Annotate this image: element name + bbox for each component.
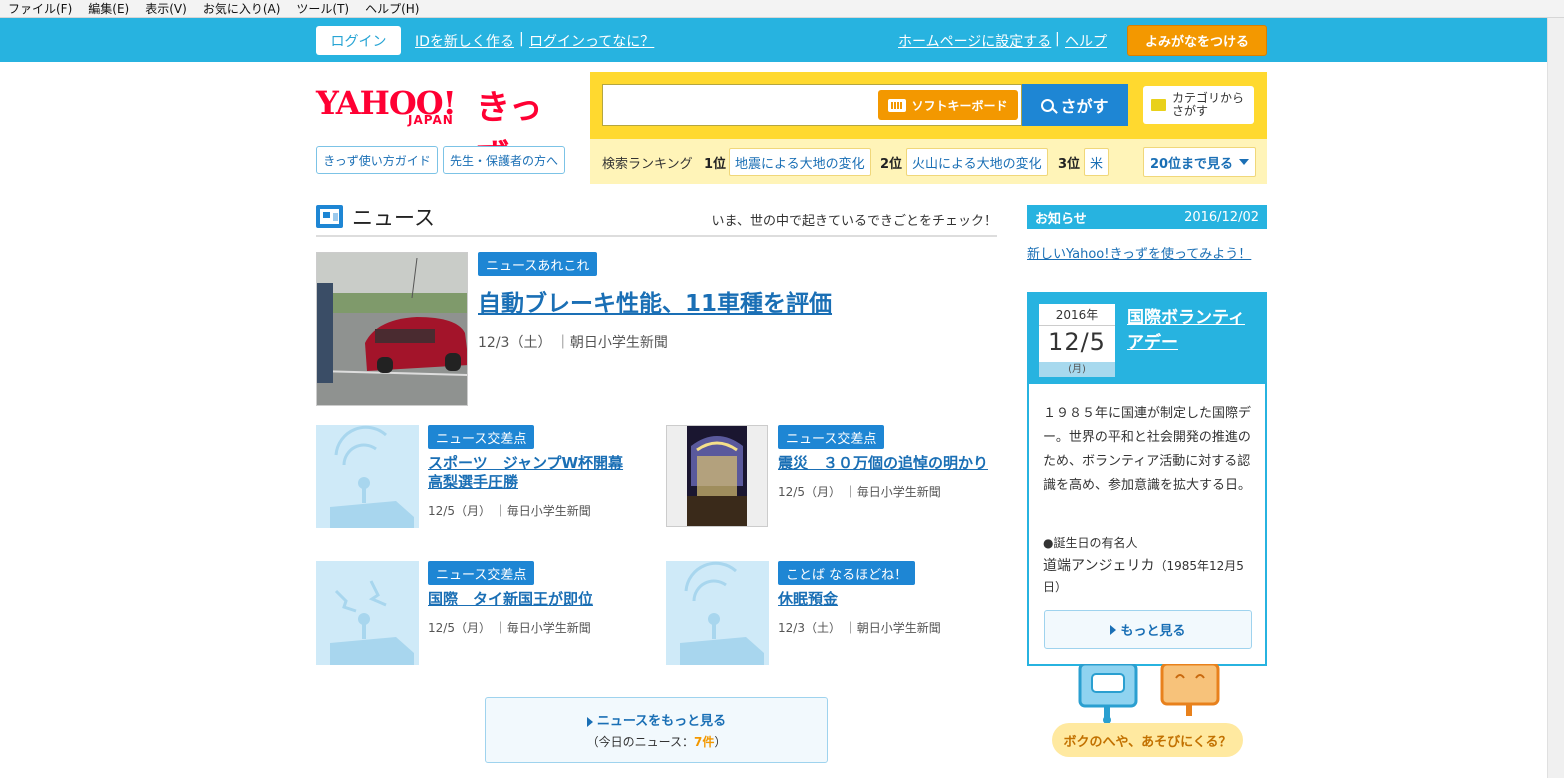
news-count-value: 7件 [694,735,715,749]
more-news-label: ニュースをもっと見る [596,714,727,729]
rank-3-number: 3位 [1058,157,1081,172]
separator: | [519,31,524,47]
notice-header: お知らせ 2016/12/02 [1027,205,1267,229]
more-news-button[interactable]: ニュースをもっと見る （今日のニュース：7件） [485,697,828,763]
help-link[interactable]: ヘルプ [1065,31,1107,51]
news-item-tag: ことば なるほどね！ [778,561,916,585]
birthday-name: 道端アンジェリカ [1043,558,1155,574]
today-description: １９８５年に国連が制定した国際デー。世界の平和と社会開発の推進のため、ボランティ… [1043,406,1252,493]
triangle-right-icon [586,716,593,727]
folder-icon [1151,99,1166,111]
news-header: ニュース いま、世の中で起きているできごとをチェック！ [316,200,997,237]
rank-2-number: 2位 [880,157,903,172]
rank-2-term[interactable]: 火山による大地の変化 [906,148,1048,176]
category-search-label: カテゴリから さがす [1172,91,1245,118]
notice-link[interactable]: 新しいYahoo!きっずを使ってみよう！ [1027,243,1251,262]
news-placeholder-image[interactable] [316,561,419,665]
news-item-meta: 12/5（月） ｜毎日小学生新聞 [428,504,591,518]
vertical-scrollbar[interactable] [1547,18,1564,778]
birthday-person: 道端アンジェリカ（1985年12月5日） [1043,556,1255,598]
notice-date: 2016/12/02 [1184,209,1259,225]
news-subtitle: いま、世の中で起きているできごとをチェック！ [711,214,997,229]
browser-menubar: ファイル(F) 編集(E) 表示(V) お気に入り(A) ツール(T) ヘルプ(… [0,0,1564,18]
search-button[interactable]: さがす [1022,84,1128,126]
top-news-meta: 12/3（土） ｜朝日小学生新聞 [478,335,668,351]
today-more-label: もっと見る [1120,624,1186,639]
ranking-more-button[interactable]: 20位まで見る [1143,147,1256,177]
news-item-meta: 12/3（土） ｜朝日小学生新聞 [778,621,941,635]
search-button-label: さがす [1060,97,1109,116]
keyboard-icon [888,98,907,112]
calendar-weekday: (月) [1039,362,1115,377]
soft-keyboard-label: ソフトキーボード [911,98,1008,113]
search-panel: ソフトキーボード さがす カテゴリから さがす 検索ランキング 1位 地震による… [590,72,1267,184]
set-homepage-link[interactable]: ホームページに設定する [898,31,1051,51]
calendar-date: 12/5 [1039,325,1115,356]
top-bar: ログイン IDを新しく作る | ログインってなに？ ホームページに設定する | … [0,18,1547,62]
search-icon [1041,98,1055,112]
yahoo-kids-logo[interactable]: YAHOO! JAPAN きっず [316,80,566,177]
menu-tools[interactable]: ツール(T) [296,0,349,17]
login-button[interactable]: ログイン [316,26,401,55]
newspaper-icon [316,205,343,228]
news-item-meta: 12/5（月） ｜毎日小学生新聞 [428,621,591,635]
category-search-button[interactable]: カテゴリから さがす [1143,86,1254,124]
birthday-label: ●誕生日の有名人 [1043,536,1138,550]
news-item-headline[interactable]: 震災 ３０万個の追悼の明かり [778,454,998,473]
calendar-year: 2016年 [1055,308,1099,322]
menu-favorites[interactable]: お気に入り(A) [203,0,281,17]
top-news-photo[interactable] [316,252,468,406]
my-room-bubble[interactable]: ボクのへや、あそびにくる？ [1052,723,1243,757]
menu-help[interactable]: ヘルプ(H) [365,0,419,17]
news-item-tag: ニュース交差点 [778,425,885,449]
furigana-button[interactable]: よみがなをつける [1127,25,1267,56]
menu-file[interactable]: ファイル(F) [8,0,72,17]
news-count: （今日のニュース：7件） [486,733,827,750]
top-news-tag: ニュースあれこれ [478,252,598,276]
ranking-more-label: 20位まで見る [1149,156,1234,172]
new-id-link[interactable]: IDを新しく作る [415,31,514,51]
top-news-headline[interactable]: 自動ブレーキ性能、11車種を評価 [478,284,832,318]
rank-3-term[interactable]: 米 [1084,148,1110,176]
news-count-suffix: ） [714,735,727,749]
news-item-photo[interactable] [666,425,768,527]
news-item-headline[interactable]: 休眠預金 [778,590,988,609]
today-card: 2016年 12/5 (月) 国際ボランティアデー １９８５年に国連が制定した国… [1027,292,1267,666]
more-news-row: ニュースをもっと見る [486,710,827,729]
mascot-characters-icon[interactable] [1070,664,1230,724]
news-item-tag: ニュース交差点 [428,425,535,449]
teachers-parents-button[interactable]: 先生・保護者の方へ [443,146,565,174]
notice-title: お知らせ [1035,211,1087,227]
news-count-prefix: （今日のニュース： [586,735,695,749]
usage-guide-button[interactable]: きっず使い方ガイド [316,146,438,174]
news-title: ニュース [352,206,435,230]
news-placeholder-image[interactable] [316,425,419,528]
soft-keyboard-button[interactable]: ソフトキーボード [878,90,1018,120]
news-item-headline[interactable]: スポーツ ジャンプW杯開幕 高梨選手圧勝 [428,454,638,492]
triangle-right-icon [1110,624,1117,635]
menu-edit[interactable]: 編集(E) [88,0,129,17]
ranking-label: 検索ランキング [602,157,693,172]
chevron-down-icon [1239,159,1250,165]
today-more-button[interactable]: もっと見る [1044,610,1252,649]
calendar-icon: 2016年 12/5 (月) [1039,304,1115,377]
rank-1-number: 1位 [704,157,727,172]
news-placeholder-image[interactable] [666,561,769,665]
separator: | [1055,31,1060,47]
rank-1-term[interactable]: 地震による大地の変化 [729,148,871,176]
news-item-meta: 12/5（月） ｜毎日小学生新聞 [778,485,941,499]
today-title-link[interactable]: 国際ボランティアデー [1127,306,1257,356]
logo-japan-text: JAPAN [408,113,454,127]
news-item-tag: ニュース交差点 [428,561,535,585]
menu-view[interactable]: 表示(V) [145,0,187,17]
news-item-headline[interactable]: 国際 タイ新国王が即位 [428,590,638,609]
about-login-link[interactable]: ログインってなに？ [529,31,654,51]
